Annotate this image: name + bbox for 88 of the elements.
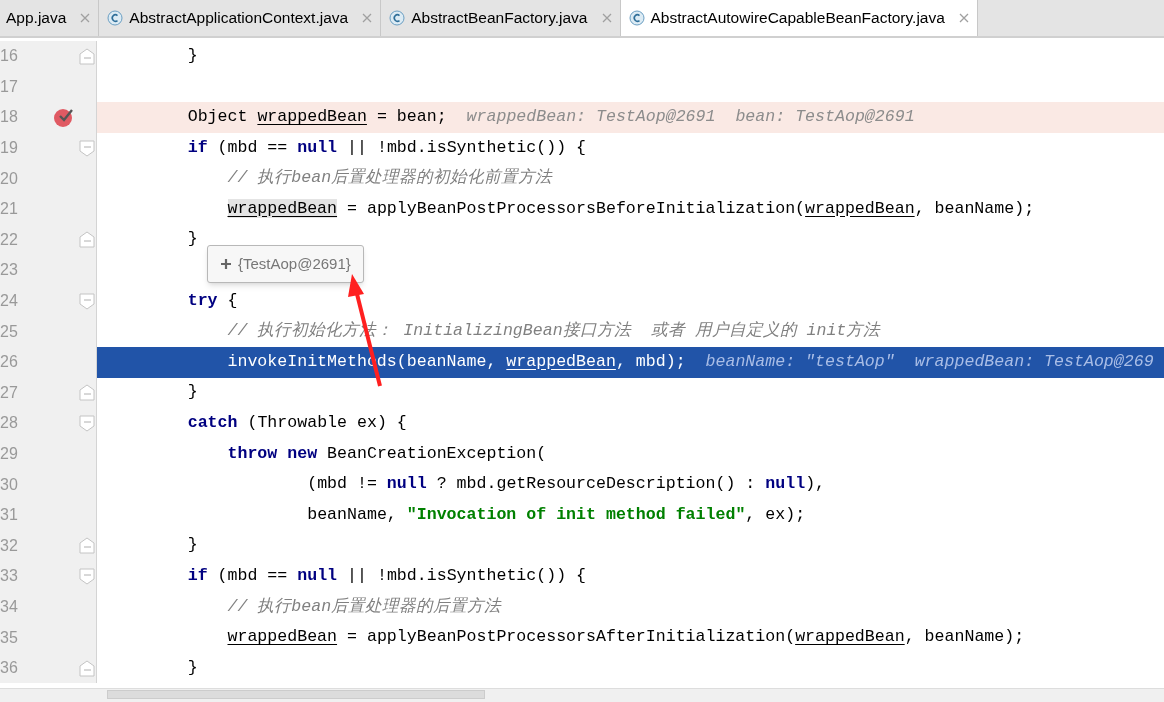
code-text: = applyBeanPostProcessorsAfterInitialization(: [347, 627, 796, 647]
code-text: ? mbd.getResourceDescription() :: [436, 474, 756, 494]
line-number: 17: [0, 76, 19, 97]
expand-plus-icon[interactable]: [220, 258, 232, 270]
fold-icon[interactable]: [79, 414, 96, 432]
variable-name: wrappedBean: [805, 198, 915, 218]
code-text: , ex);: [745, 504, 806, 524]
line-number: 29: [0, 444, 19, 464]
code-text: }: [187, 382, 198, 402]
line-number: 25: [0, 321, 19, 342]
keyword: null: [297, 565, 338, 585]
code-text: BeanCreationException(: [327, 443, 547, 463]
code-text: {: [227, 290, 238, 310]
line-number: 33: [0, 566, 19, 587]
close-icon[interactable]: [601, 13, 612, 23]
code-comment: // 执行bean后置处理器的后置方法: [227, 596, 502, 616]
line-number: 21: [0, 199, 19, 220]
horizontal-scrollbar[interactable]: [107, 690, 485, 699]
fold-icon[interactable]: [79, 384, 96, 402]
line-number: 23: [0, 260, 19, 281]
tab-label: App.java: [6, 8, 67, 29]
line-number: 34: [0, 597, 19, 617]
keyword: catch: [187, 412, 238, 432]
code-text: (Throwable ex) {: [247, 412, 407, 432]
line-number: 22: [0, 229, 19, 250]
close-icon[interactable]: [958, 13, 969, 23]
fold-icon[interactable]: [79, 659, 96, 677]
line-number: 27: [0, 382, 19, 403]
fold-icon[interactable]: [79, 537, 96, 555]
close-icon[interactable]: [362, 13, 373, 23]
debug-value-hint: beanName: "testAop" wrappedBean: TestAop@269: [705, 351, 1154, 371]
line-number: 35: [0, 627, 19, 648]
code-text: = bean;: [376, 107, 447, 127]
code-text: ||: [347, 565, 367, 585]
variable-name: wrappedBean: [795, 627, 905, 647]
code-text: , mbd);: [615, 351, 686, 371]
line-number: 36: [0, 658, 19, 679]
keyword: null: [765, 474, 806, 494]
fold-icon[interactable]: [79, 231, 96, 249]
keyword: try: [187, 290, 218, 310]
keyword: null: [386, 474, 427, 494]
code-text: !mbd.isSynthetic()) {: [376, 565, 587, 585]
variable-name: wrappedBean: [257, 107, 367, 127]
line-number: 24: [0, 291, 19, 312]
tab-label: AbstractAutowireCapableBeanFactory.java: [650, 8, 945, 29]
fold-icon[interactable]: [79, 47, 96, 65]
line-number: 32: [0, 535, 19, 556]
line-number: 30: [0, 474, 19, 495]
fold-icon[interactable]: [79, 567, 96, 585]
code-text: ||: [347, 137, 367, 157]
keyword: if: [187, 137, 208, 157]
code-text: !mbd.isSynthetic()) {: [376, 137, 587, 157]
code-text: , beanName);: [914, 198, 1035, 218]
keyword: null: [297, 137, 338, 157]
line-number: 31: [0, 505, 19, 526]
line-number: 16: [0, 46, 19, 67]
variable-name: wrappedBean: [227, 627, 338, 647]
code-comment: // 执行bean后置处理器的初始化前置方法: [227, 168, 553, 188]
line-number: 26: [0, 352, 19, 373]
close-icon[interactable]: [80, 13, 91, 23]
popup-value: {TestAop@2691}: [238, 253, 351, 274]
tab-label: AbstractBeanFactory.java: [411, 8, 588, 29]
debug-value-hint: wrappedBean: TestAop@2691 bean: TestAop@2691: [466, 107, 915, 127]
line-number: 19: [0, 138, 19, 159]
code-text: = applyBeanPostProcessorsBeforeInitialization(: [347, 198, 806, 218]
line-number: 18: [0, 107, 19, 128]
line-number: 28: [0, 413, 19, 434]
tab-label: AbstractApplicationContext.java: [129, 8, 349, 29]
code-text: (mbd !=: [307, 474, 377, 494]
code-text: (mbd ==: [217, 565, 288, 585]
keyword: throw new: [227, 443, 318, 463]
code-text: , beanName);: [904, 627, 1025, 647]
code-text: }: [187, 657, 198, 677]
keyword: if: [187, 565, 208, 585]
variable-name: wrappedBean: [227, 198, 338, 218]
code-text: }: [187, 535, 198, 555]
line-number: 20: [0, 168, 19, 189]
code-text: }: [187, 229, 198, 249]
string-literal: "Invocation of init method failed": [406, 504, 746, 524]
editor-tab[interactable]: AbstractAutowireCapableBeanFactory.java: [620, 0, 978, 36]
variable-name: wrappedBean: [506, 351, 616, 371]
code-text: Object: [187, 107, 248, 127]
code-text: }: [187, 45, 198, 65]
code-text: ),: [805, 474, 826, 494]
fold-icon[interactable]: [79, 292, 96, 310]
code-text: (mbd ==: [217, 137, 288, 157]
fold-icon[interactable]: [79, 139, 96, 157]
code-text: beanName,: [307, 504, 397, 524]
